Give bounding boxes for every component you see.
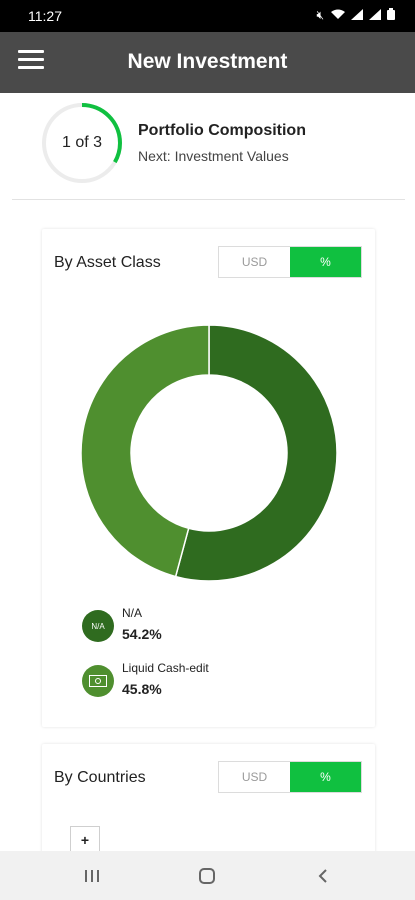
legend-label: Liquid Cash-edit bbox=[122, 661, 209, 675]
signal-icon bbox=[369, 8, 381, 23]
step-next: Next: Investment Values bbox=[138, 148, 289, 164]
signal-icon bbox=[351, 8, 363, 23]
app-bar: New Investment bbox=[0, 32, 415, 93]
step-progress-ring: 1 of 3 bbox=[40, 101, 124, 185]
home-icon[interactable] bbox=[187, 861, 227, 891]
status-icons: 🔇︎ bbox=[316, 8, 395, 23]
countries-title: By Countries bbox=[54, 769, 146, 786]
divider bbox=[12, 199, 405, 200]
asset-class-donut-chart bbox=[80, 324, 338, 582]
page-title: New Investment bbox=[127, 50, 288, 73]
recent-apps-icon[interactable] bbox=[72, 861, 112, 891]
asset-class-card: By Asset Class USD % N/A N/A 54.2% Liqui… bbox=[42, 229, 375, 727]
na-icon: N/A bbox=[82, 610, 114, 642]
countries-unit-toggle: USD % bbox=[218, 761, 362, 793]
legend-label: N/A bbox=[122, 606, 143, 620]
asset-unit-toggle: USD % bbox=[218, 246, 362, 278]
legend-value: 54.2% bbox=[122, 626, 162, 642]
percent-toggle-button[interactable]: % bbox=[290, 247, 361, 277]
cash-icon bbox=[82, 665, 114, 697]
step-title: Portfolio Composition bbox=[138, 122, 306, 139]
usd-toggle-button[interactable]: USD bbox=[219, 762, 290, 792]
zoom-in-button[interactable]: + bbox=[70, 826, 100, 854]
status-bar: 11:27 🔇︎ bbox=[0, 0, 415, 32]
mute-icon: 🔇︎ bbox=[316, 8, 325, 22]
usd-toggle-button[interactable]: USD bbox=[219, 247, 290, 277]
asset-class-title: By Asset Class bbox=[54, 254, 161, 271]
legend-item: Liquid Cash-edit 45.8% bbox=[82, 661, 209, 697]
legend-item: N/A N/A 54.2% bbox=[82, 606, 162, 642]
wifi-icon bbox=[331, 9, 345, 23]
percent-toggle-button[interactable]: % bbox=[290, 762, 361, 792]
legend-value: 45.8% bbox=[122, 681, 162, 697]
battery-icon bbox=[387, 8, 395, 23]
step-counter: 1 of 3 bbox=[61, 134, 103, 151]
status-time: 11:27 bbox=[28, 8, 62, 24]
back-icon[interactable] bbox=[303, 861, 343, 891]
system-nav-bar bbox=[0, 851, 415, 900]
